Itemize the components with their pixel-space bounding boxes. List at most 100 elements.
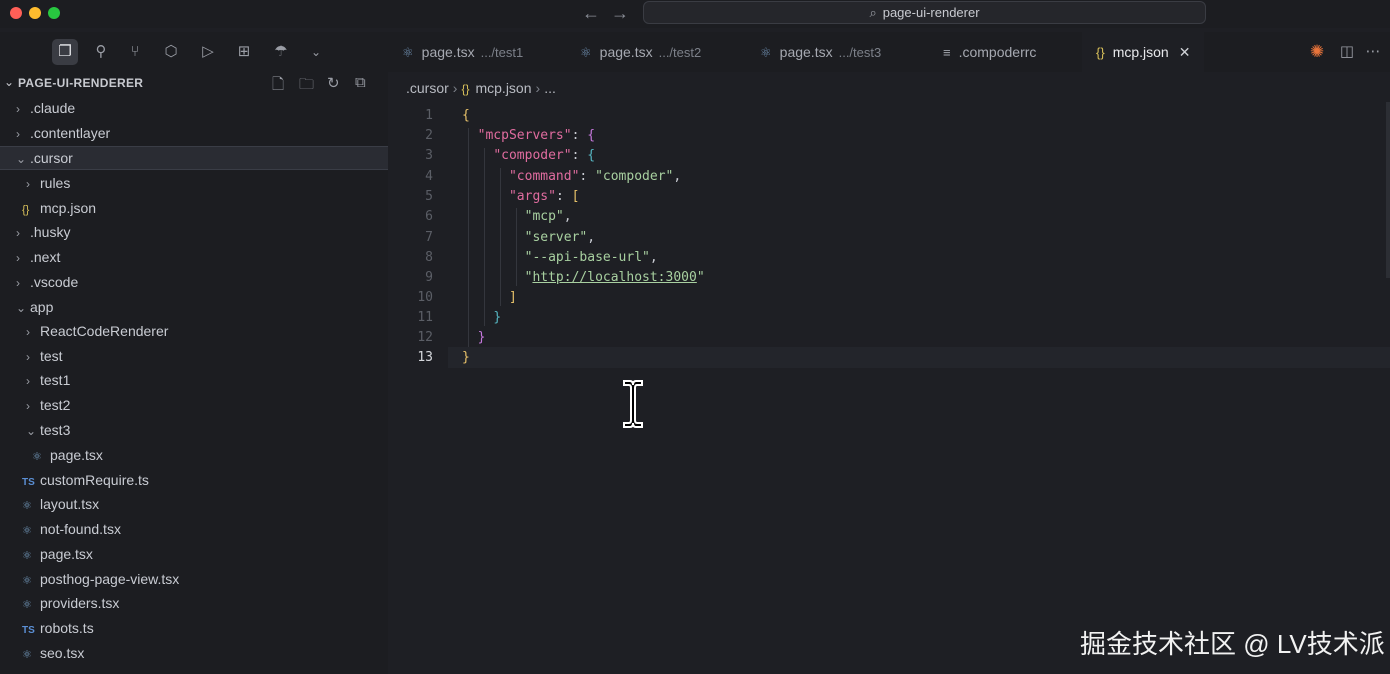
tab-label: page.tsx xyxy=(421,44,475,60)
workspace-title[interactable]: PAGE-UI-RENDERER xyxy=(18,76,143,90)
tree-item-test1[interactable]: › test1 xyxy=(0,368,388,392)
breadcrumb-folder[interactable]: .cursor xyxy=(406,80,449,96)
watermark-text: 掘金技术社区 @ LV技术派 xyxy=(1080,629,1385,659)
command-center-search[interactable]: ⌕ page-ui-renderer xyxy=(643,1,1206,24)
current-line-highlight xyxy=(448,347,1390,368)
chevron-down-icon: ⌄ xyxy=(16,152,27,166)
code-line-5: "args": [ xyxy=(508,189,580,204)
tab-page-test1[interactable]: ⚛ page.tsx .../test1 xyxy=(402,32,523,72)
tree-item-customrequire[interactable]: TS customRequire.ts xyxy=(0,468,388,492)
tab-compoderrc[interactable]: ≡ .compoderrc xyxy=(943,32,1036,72)
tree-item-label: .cursor xyxy=(30,150,73,166)
tree-item-mcp-json[interactable]: {} mcp.json xyxy=(0,196,388,220)
chevron-down-icon: ⌄ xyxy=(16,301,27,315)
refresh-icon[interactable]: ↻ xyxy=(327,74,340,92)
line-number: 11 xyxy=(417,310,433,325)
tree-item-app[interactable]: ⌄ app xyxy=(0,295,388,319)
scrollbar[interactable] xyxy=(1386,102,1390,278)
tree-item-test2[interactable]: › test2 xyxy=(0,393,388,417)
chevron-right-icon: › xyxy=(16,276,20,290)
minimize-window-button[interactable] xyxy=(29,7,41,19)
react-icon: ⚛ xyxy=(22,649,32,661)
tree-item-test[interactable]: › test xyxy=(0,344,388,368)
json-string: "server" xyxy=(524,230,588,245)
chevron-right-icon: › xyxy=(26,350,30,364)
tree-item-app-page-tsx[interactable]: ⚛ page.tsx xyxy=(0,542,388,566)
react-icon: ⚛ xyxy=(402,45,414,60)
react-icon: ⚛ xyxy=(580,45,592,60)
tree-item-label: robots.ts xyxy=(40,620,94,636)
json-braces-icon: {} xyxy=(22,204,30,216)
line-number: 12 xyxy=(417,330,433,345)
line-number: 2 xyxy=(425,128,433,143)
tree-item-layout[interactable]: ⚛ layout.tsx xyxy=(0,492,388,516)
json-key: "args" xyxy=(508,189,556,204)
tree-item-label: layout.tsx xyxy=(40,496,100,512)
tree-item-test3-page-tsx[interactable]: ⚛ page.tsx xyxy=(0,443,388,467)
breadcrumb: .cursor ›{} mcp.json ›... xyxy=(406,80,556,96)
extensions-cube-icon[interactable]: ⬡ xyxy=(160,41,182,63)
chevron-right-icon: › xyxy=(26,399,30,413)
tab-page-test3[interactable]: ⚛ page.tsx .../test3 xyxy=(760,32,881,72)
command-center-label: page-ui-renderer xyxy=(882,5,980,20)
collapse-all-icon[interactable]: ⧉ xyxy=(355,74,366,91)
chevron-right-icon: › xyxy=(535,80,541,96)
tree-item-seo[interactable]: ⚛ seo.tsx xyxy=(0,641,388,665)
close-icon[interactable]: ✕ xyxy=(1179,44,1191,60)
json-string: "mcp" xyxy=(524,209,564,224)
code-line-7: "server", xyxy=(524,230,596,245)
tree-item-next[interactable]: › .next xyxy=(0,245,388,269)
search-icon[interactable]: ⚲ xyxy=(90,41,112,63)
tree-item-label: test2 xyxy=(40,397,71,413)
tab-mcp-json[interactable]: {} mcp.json ✕ xyxy=(1082,32,1205,72)
json-key: "mcpServers" xyxy=(477,128,572,143)
code-line-6: "mcp", xyxy=(524,209,572,224)
json-braces-icon: {} xyxy=(1096,45,1105,60)
tree-item-robots[interactable]: TS robots.ts xyxy=(0,616,388,640)
tree-item-label: test xyxy=(40,348,63,364)
sparkle-icon[interactable]: ✺ xyxy=(1306,41,1328,63)
tree-item-label: ReactCodeRenderer xyxy=(40,323,169,339)
tree-item-not-found[interactable]: ⚛ not-found.tsx xyxy=(0,517,388,541)
tree-item-label: posthog-page-view.tsx xyxy=(40,571,180,587)
umbrella-icon[interactable]: ☂ xyxy=(270,41,292,63)
tab-page-test2[interactable]: ⚛ page.tsx .../test2 xyxy=(580,32,701,72)
tree-item-contentlayer[interactable]: › .contentlayer xyxy=(0,121,388,145)
run-debug-icon[interactable]: ▷ xyxy=(197,41,219,63)
maximize-window-button[interactable] xyxy=(48,7,60,19)
explorer-files-icon[interactable]: ❐ xyxy=(52,39,78,65)
close-window-button[interactable] xyxy=(10,7,22,19)
code-line-2: "mcpServers": { xyxy=(477,128,596,143)
json-url-link[interactable]: http://localhost:3000 xyxy=(532,270,696,285)
tree-item-vscode[interactable]: › .vscode xyxy=(0,270,388,294)
chevron-down-icon[interactable]: ⌄ xyxy=(305,41,327,63)
tree-item-husky[interactable]: › .husky xyxy=(0,220,388,244)
line-number: 10 xyxy=(417,290,433,305)
back-arrow-icon[interactable]: ← xyxy=(582,3,600,24)
title-bar: ← → ⌕ page-ui-renderer xyxy=(0,0,1390,28)
react-icon: ⚛ xyxy=(760,45,772,60)
tree-item-claude[interactable]: › .claude xyxy=(0,96,388,120)
tab-path: .../test2 xyxy=(658,45,702,60)
split-editor-icon[interactable]: ◫ xyxy=(1336,41,1358,63)
code-line-1: { xyxy=(462,108,470,123)
forward-arrow-icon[interactable]: → xyxy=(611,3,629,24)
breadcrumb-symbols[interactable]: ... xyxy=(544,80,556,96)
chevron-right-icon: › xyxy=(26,177,30,191)
source-control-icon[interactable]: ⑂ xyxy=(124,41,146,63)
tree-item-posthog-page-view[interactable]: ⚛ posthog-page-view.tsx xyxy=(0,567,388,591)
more-actions-icon[interactable]: ⋯ xyxy=(1362,41,1384,63)
tree-item-rules[interactable]: › rules xyxy=(0,171,388,195)
tree-item-label: .claude xyxy=(30,100,76,116)
line-number: 9 xyxy=(425,270,433,285)
tree-item-providers[interactable]: ⚛ providers.tsx xyxy=(0,591,388,615)
grid-apps-icon[interactable]: ⊞ xyxy=(233,41,255,63)
tree-item-reactcoderenderer[interactable]: › ReactCodeRenderer xyxy=(0,319,388,343)
tree-item-test3[interactable]: ⌄ test3 xyxy=(0,418,388,442)
tree-item-cursor[interactable]: ⌄ .cursor xyxy=(0,146,388,170)
code-editor[interactable]: .cursor ›{} mcp.json ›... 1 2 3 4 5 6 7 9 8… xyxy=(388,72,1390,674)
chevron-down-icon[interactable]: ⌄ xyxy=(4,75,14,89)
tree-item-label: page.tsx xyxy=(50,447,103,463)
breadcrumb-file[interactable]: mcp.json xyxy=(475,80,531,96)
react-icon: ⚛ xyxy=(32,451,42,463)
